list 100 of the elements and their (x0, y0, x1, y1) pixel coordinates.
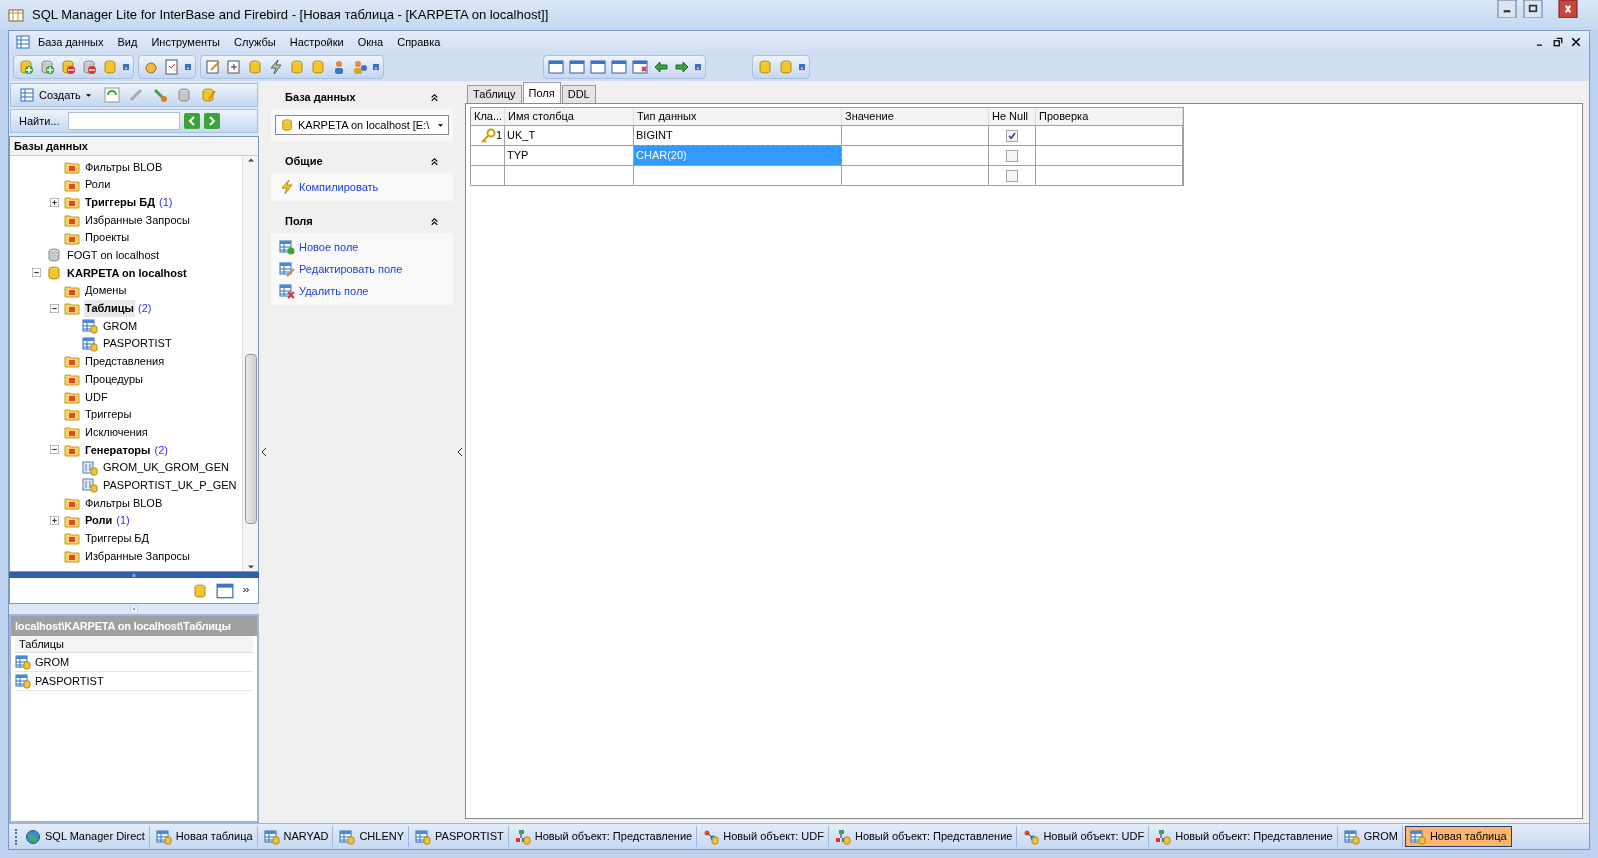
table-cell[interactable] (842, 165, 989, 185)
column-header[interactable]: Значение (842, 108, 989, 125)
taskbar-button[interactable]: Новая таблица (1404, 826, 1512, 847)
menu-item[interactable]: Настройки (282, 33, 351, 51)
menu-item[interactable]: База данных (31, 33, 111, 51)
collapse-icon[interactable] (50, 445, 59, 455)
database-add-icon[interactable] (39, 59, 55, 75)
table-cell[interactable] (634, 165, 842, 185)
tree-item[interactable]: Представления (84, 353, 166, 370)
close-icon[interactable] (1571, 37, 1581, 47)
tab[interactable]: DDL (561, 85, 596, 103)
checkbox[interactable] (1006, 149, 1018, 162)
taskbar-button[interactable]: Новый объект: Представление (1151, 826, 1338, 847)
scrollbar[interactable] (242, 156, 258, 571)
checkbox[interactable] (1006, 129, 1018, 142)
tree-item[interactable]: GROM (102, 317, 139, 335)
tree-item[interactable]: Триггеры БД (84, 193, 156, 211)
tree-item[interactable]: Генераторы (84, 441, 152, 459)
window-icon[interactable] (569, 59, 585, 75)
table-cell[interactable] (1036, 145, 1183, 165)
column-header[interactable]: Тип данных (634, 108, 842, 125)
table-cell[interactable] (842, 145, 989, 165)
document-icon[interactable] (164, 59, 180, 75)
expand-icon[interactable] (50, 516, 59, 526)
table-cell[interactable] (1036, 125, 1183, 145)
collapse-icon[interactable] (32, 268, 41, 278)
task-link[interactable]: Удалить поле (299, 282, 369, 300)
menu-item[interactable]: Окна (350, 33, 391, 51)
database-icon[interactable] (102, 59, 118, 75)
database-icon[interactable] (310, 59, 326, 75)
tree-item[interactable]: Фильтры BLOB (84, 158, 164, 176)
database-remove-icon[interactable] (60, 59, 76, 75)
database-icon[interactable] (289, 59, 305, 75)
collapse-icon[interactable] (50, 303, 59, 313)
expand-icon[interactable] (50, 197, 59, 207)
task-link[interactable]: Редактировать поле (299, 260, 403, 278)
menu-item[interactable]: Вид (110, 33, 145, 51)
column-header[interactable]: Кла... (471, 108, 505, 125)
taskbar-button[interactable]: Новый объект: Представление (510, 826, 698, 847)
menu-item[interactable]: Справка (390, 33, 448, 51)
column-header[interactable]: Проверка (1036, 108, 1183, 125)
database-dropdown[interactable]: KARPETA on localhost [E:\ (275, 115, 449, 135)
taskbar-button[interactable]: GROM (1339, 826, 1403, 847)
task-link[interactable]: Новое поле (299, 238, 359, 256)
search-field[interactable] (67, 112, 180, 130)
collapse-icon[interactable] (430, 92, 439, 102)
window-icon[interactable] (590, 59, 606, 75)
tree-item[interactable]: Таблицы (84, 300, 135, 317)
tree-item[interactable]: GROM_UK_GROM_GEN (102, 459, 230, 476)
taskbar-button[interactable]: SQL Manager Direct (21, 826, 150, 847)
table-cell[interactable] (989, 125, 1036, 145)
tab[interactable]: Поля (522, 82, 561, 103)
tree-item[interactable]: Триггеры (84, 406, 133, 423)
tree-item[interactable]: UDF (84, 388, 109, 406)
database-icon[interactable] (757, 59, 773, 75)
next-icon[interactable] (203, 113, 220, 129)
menu-item[interactable]: Службы (227, 33, 283, 51)
scroll-thumb[interactable] (244, 354, 257, 524)
database-icon[interactable] (778, 59, 794, 75)
table-cell[interactable] (505, 165, 634, 185)
databases-icon[interactable] (192, 582, 208, 599)
database-icon[interactable] (175, 87, 192, 103)
tree-item[interactable]: FOGT on localhost (66, 247, 161, 264)
taskbar-button[interactable]: Новый объект: UDF (699, 826, 829, 847)
window-icon[interactable] (611, 59, 627, 75)
window-close-icon[interactable] (632, 59, 648, 75)
refresh-icon[interactable] (103, 87, 120, 103)
taskbar-button[interactable]: CHLENY (335, 826, 410, 847)
maximize-icon[interactable] (1520, 0, 1546, 18)
tree-item[interactable]: Роли (84, 512, 114, 529)
database-edit-icon[interactable] (199, 87, 216, 103)
table-cell[interactable]: 1 (471, 125, 505, 145)
tree-item[interactable]: Роли (84, 176, 112, 193)
database-remove-icon[interactable] (81, 59, 97, 75)
collapse-icon[interactable] (430, 156, 439, 166)
taskbar-button[interactable]: PASPORTIST (411, 826, 509, 847)
menu-item[interactable]: Инструменты (144, 33, 228, 51)
arrow-left-icon[interactable] (653, 59, 669, 75)
windows-icon[interactable] (216, 581, 234, 600)
taskbar-button[interactable]: Новый объект: Представление (830, 826, 1018, 847)
collapse-icon[interactable] (430, 216, 439, 226)
arrow-right-icon[interactable] (674, 59, 690, 75)
table-cell[interactable] (471, 145, 505, 165)
table-cell[interactable] (471, 165, 505, 185)
checkbox[interactable] (1006, 169, 1018, 182)
tree-item[interactable]: Проекты (84, 229, 131, 246)
table-cell[interactable]: UK_T (505, 125, 634, 145)
database-icon[interactable] (247, 59, 263, 75)
column-header[interactable]: Не Null (989, 108, 1036, 125)
tree-item[interactable]: Исключения (84, 423, 149, 441)
list-item[interactable]: GROM (35, 653, 70, 671)
list-item[interactable]: PASPORTIST (35, 672, 104, 690)
tree-item[interactable]: PASPORTIST_UK_P_GEN (102, 476, 238, 494)
database-add-icon[interactable] (18, 59, 34, 75)
restore-icon[interactable] (1553, 37, 1563, 47)
tree-item[interactable]: Избранные Запросы (84, 547, 191, 565)
tree-item[interactable]: KARPETA on localhost (66, 264, 188, 282)
table-cell[interactable] (989, 145, 1036, 165)
document-icon[interactable] (226, 59, 242, 75)
previous-icon[interactable] (183, 113, 200, 129)
